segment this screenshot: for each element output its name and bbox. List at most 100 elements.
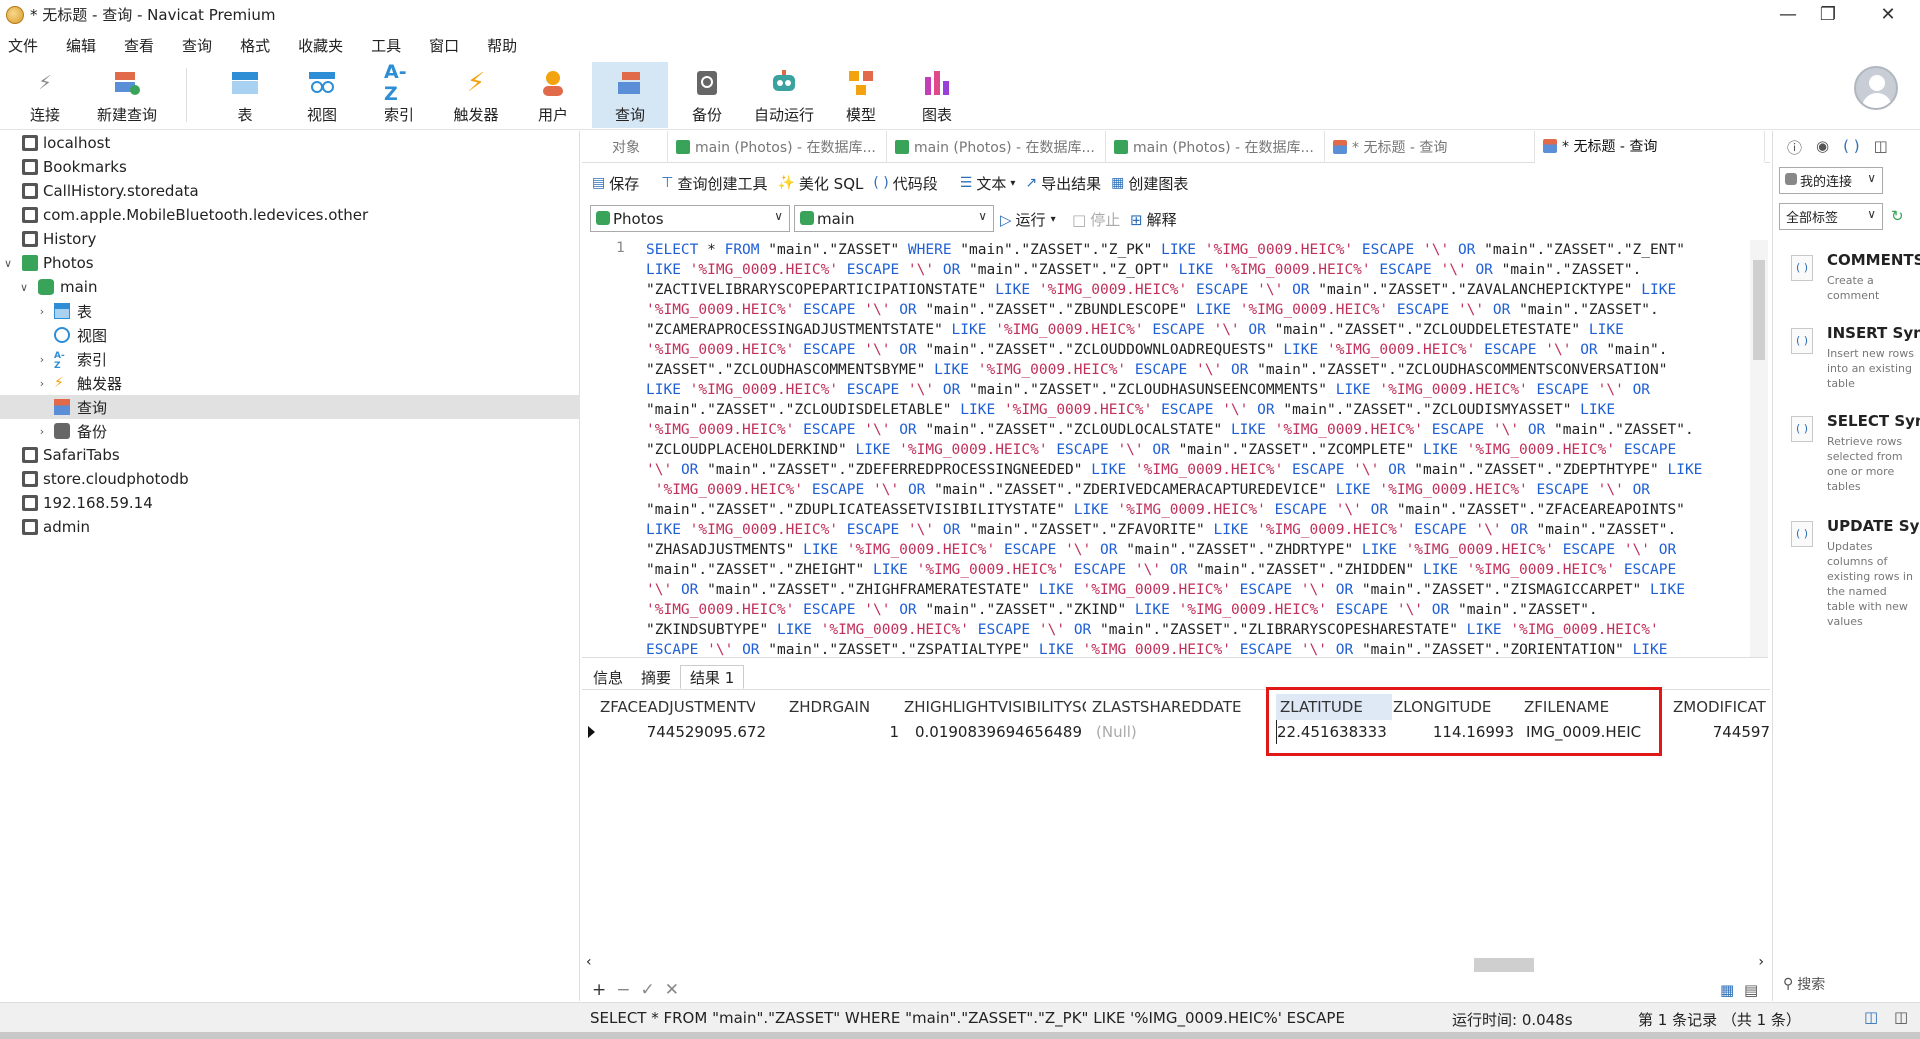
layout-detail-icon[interactable]: ◫ bbox=[1894, 1008, 1908, 1026]
snippet-update[interactable]: ( ) UPDATE Syn Updates columns of existi… bbox=[1781, 517, 1920, 637]
grid-horizontal-scrollbar[interactable]: ‹ › bbox=[582, 954, 1770, 974]
refresh-icon[interactable]: ↻ bbox=[1891, 207, 1904, 225]
close-button[interactable]: ✕ bbox=[1858, 0, 1918, 29]
text-button[interactable]: ☰ 文本 ▾ bbox=[960, 173, 1016, 194]
eye-icon[interactable]: ◉ bbox=[1816, 137, 1829, 158]
tree-item-bookmarks[interactable]: Bookmarks bbox=[0, 155, 580, 179]
editor-vertical-scrollbar[interactable] bbox=[1750, 240, 1768, 657]
menu-format[interactable]: 格式 bbox=[230, 35, 280, 56]
grid-cell-selected[interactable]: 22.4516383333 bbox=[1276, 720, 1388, 744]
tree-item-bluetooth[interactable]: com.apple.MobileBluetooth.ledevices.othe… bbox=[0, 203, 580, 227]
menu-query[interactable]: 查询 bbox=[172, 35, 222, 56]
toolbar-backup-button[interactable]: 备份 bbox=[670, 62, 744, 128]
tag-select[interactable]: 全部标签 ∨ bbox=[1779, 203, 1883, 230]
chevron-down-icon[interactable]: ∨ bbox=[18, 281, 30, 294]
tree-item-remote-host[interactable]: 192.168.59.14 bbox=[0, 491, 580, 515]
snippet-select[interactable]: ( ) SELECT Synt Retrieve rows selected f… bbox=[1781, 412, 1920, 502]
sql-line[interactable]: "main"."ZASSET"."ZCLOUDISDELETABLE" LIKE… bbox=[646, 400, 1736, 420]
column-header[interactable]: ZMODIFICAT bbox=[1673, 694, 1770, 720]
tree-item-safaritabs[interactable]: SafariTabs bbox=[0, 443, 580, 467]
tree-item-triggers[interactable]: › ⚡ 触发器 bbox=[0, 371, 580, 395]
scrollbar-thumb[interactable] bbox=[1474, 958, 1534, 972]
grid-cell-null[interactable]: (Null) bbox=[1096, 720, 1256, 744]
menu-file[interactable]: 文件 bbox=[0, 35, 48, 56]
tree-item-admin[interactable]: admin bbox=[0, 515, 580, 539]
sql-line[interactable]: '%IMG_0009.HEIC%' ESCAPE '\' OR "main"."… bbox=[646, 420, 1736, 440]
tree-item-localhost[interactable]: localhost bbox=[0, 131, 580, 155]
toolbar-connection-button[interactable]: ⚡ 连接 bbox=[8, 62, 82, 128]
tab-main-photos-3[interactable]: main (Photos) - 在数据库... bbox=[1106, 130, 1325, 163]
toolbar-table-button[interactable]: 表 bbox=[208, 62, 282, 128]
chevron-right-icon[interactable]: › bbox=[36, 377, 48, 390]
grid-cell[interactable]: 744529095.672 bbox=[600, 720, 766, 744]
tree-item-history[interactable]: History bbox=[0, 227, 580, 251]
sql-line[interactable]: "main"."ZASSET"."ZHEIGHT" LIKE '%IMG_000… bbox=[646, 560, 1736, 580]
chevron-right-icon[interactable]: › bbox=[36, 353, 48, 366]
user-avatar[interactable] bbox=[1854, 66, 1898, 110]
column-header[interactable]: ZHDRGAIN bbox=[789, 694, 899, 720]
tab-untitled-query-1[interactable]: * 无标题 - 查询 bbox=[1325, 130, 1535, 163]
toolbar-view-button[interactable]: 视图 bbox=[285, 62, 359, 128]
menu-edit[interactable]: 编辑 bbox=[56, 35, 106, 56]
tree-item-cloudphotodb[interactable]: store.cloudphotodb bbox=[0, 467, 580, 491]
tab-summary[interactable]: 摘要 bbox=[632, 665, 680, 689]
snippet-comments[interactable]: ( ) COMMENTS Create a comment bbox=[1781, 251, 1920, 313]
tab-info[interactable]: 信息 bbox=[584, 665, 632, 689]
menu-favorites[interactable]: 收藏夹 bbox=[288, 35, 353, 56]
apply-icon[interactable]: ✓ bbox=[641, 980, 655, 1000]
form-view-icon[interactable]: ▤ bbox=[1744, 981, 1758, 999]
braces-icon[interactable]: ( ) bbox=[1843, 137, 1859, 158]
discard-icon[interactable]: ✕ bbox=[665, 980, 679, 1000]
grid-cell[interactable]: IMG_0009.HEIC bbox=[1526, 720, 1656, 744]
chevron-down-icon[interactable]: ∨ bbox=[2, 257, 14, 270]
tab-result-1[interactable]: 结果 1 bbox=[680, 665, 745, 689]
query-builder-button[interactable]: ⊤ 查询创建工具 bbox=[661, 173, 767, 194]
tab-main-photos-2[interactable]: main (Photos) - 在数据库... bbox=[887, 130, 1106, 163]
toolbar-query-button[interactable]: 查询 bbox=[592, 62, 668, 128]
scroll-left-icon[interactable]: ‹ bbox=[586, 954, 592, 970]
toolbar-new-query-button[interactable]: 新建查询 bbox=[90, 62, 164, 128]
my-connections-select[interactable]: 我的连接 ∨ bbox=[1779, 167, 1883, 194]
tree-item-indexes[interactable]: › A-Z 索引 bbox=[0, 347, 580, 372]
grid-cell[interactable]: 1 bbox=[789, 720, 899, 744]
sql-line[interactable]: '%IMG_0009.HEIC%' ESCAPE '\' OR "main"."… bbox=[646, 600, 1736, 620]
grid-view-icon[interactable]: ▦ bbox=[1720, 981, 1734, 999]
toolbar-user-button[interactable]: 用户 bbox=[516, 62, 590, 128]
run-button[interactable]: ▷ 运行 ▾ bbox=[1000, 209, 1056, 230]
sql-line[interactable]: LIKE '%IMG_0009.HEIC%' ESCAPE '\' OR "ma… bbox=[646, 520, 1736, 540]
info-icon[interactable]: ⓘ bbox=[1787, 137, 1802, 158]
sql-line[interactable]: "ZHASADJUSTMENTS" LIKE '%IMG_0009.HEIC%'… bbox=[646, 540, 1736, 560]
sql-line[interactable]: "ZACTIVELIBRARYSCOPEPARTICIPATIONSTATE" … bbox=[646, 280, 1736, 300]
toolbar-model-button[interactable]: 模型 bbox=[824, 62, 898, 128]
sql-line[interactable]: '%IMG_0009.HEIC%' ESCAPE '\' OR "main"."… bbox=[646, 480, 1736, 500]
snippet-insert[interactable]: ( ) INSERT Synt Insert new rows into an … bbox=[1781, 324, 1920, 398]
code-snippet-button[interactable]: ( ) 代码段 bbox=[873, 173, 937, 194]
panel-layout-icon[interactable]: ◫ bbox=[1874, 137, 1888, 158]
chevron-right-icon[interactable]: › bbox=[36, 425, 48, 438]
toolbar-chart-button[interactable]: 图表 bbox=[900, 62, 974, 128]
tree-item-tables[interactable]: › 表 bbox=[0, 299, 580, 323]
menu-help[interactable]: 帮助 bbox=[477, 35, 527, 56]
tree-item-views[interactable]: 视图 bbox=[0, 323, 580, 347]
column-header[interactable]: ZLONGITUDE bbox=[1393, 694, 1518, 720]
connection-select[interactable]: Photos ∨ bbox=[590, 205, 790, 232]
maximize-button[interactable]: ❐ bbox=[1798, 0, 1858, 29]
sql-line[interactable]: '%IMG_0009.HEIC%' ESCAPE '\' OR "main"."… bbox=[646, 340, 1736, 360]
sql-line[interactable]: SELECT * FROM "main"."ZASSET" WHERE "mai… bbox=[646, 240, 1736, 260]
sql-line[interactable]: "ZCAMERAPROCESSINGADJUSTMENTSTATE" LIKE … bbox=[646, 320, 1736, 340]
sql-line[interactable]: '\' OR "main"."ZASSET"."ZHIGHFRAMERATEST… bbox=[646, 580, 1736, 600]
delete-row-icon[interactable]: − bbox=[616, 980, 630, 1000]
tab-untitled-query-active[interactable]: * 无标题 - 查询 bbox=[1535, 130, 1765, 163]
column-header[interactable]: ZFILENAME bbox=[1524, 694, 1654, 720]
menu-window[interactable]: 窗口 bbox=[419, 35, 469, 56]
scroll-right-icon[interactable]: › bbox=[1758, 954, 1764, 970]
sql-line[interactable]: "ZCLOUDPLACEHOLDERKIND" LIKE '%IMG_0009.… bbox=[646, 440, 1736, 460]
export-results-button[interactable]: ↗ 导出结果 bbox=[1025, 173, 1101, 194]
column-header[interactable]: ZFACEADJUSTMENTVERS bbox=[600, 694, 755, 720]
stop-button[interactable]: □ 停止 bbox=[1072, 209, 1120, 230]
snippet-search[interactable]: ⚲ 搜索 bbox=[1783, 974, 1825, 994]
tree-item-backups[interactable]: › 备份 bbox=[0, 419, 580, 443]
sql-editor[interactable]: 1 SELECT * FROM "main"."ZASSET" WHERE "m… bbox=[582, 240, 1768, 658]
column-header[interactable]: ZLATITUDE bbox=[1276, 694, 1392, 720]
database-select[interactable]: main ∨ bbox=[794, 205, 994, 232]
